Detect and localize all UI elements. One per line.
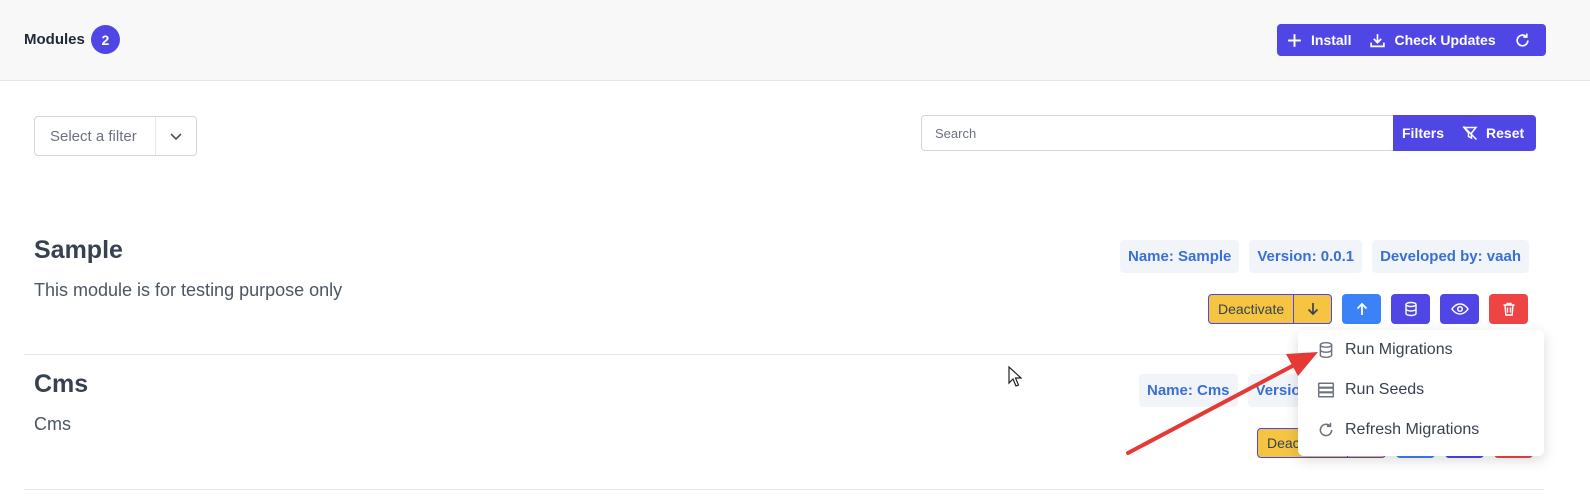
menu-item-label: Refresh Migrations <box>1345 421 1480 438</box>
filter-select-placeholder: Select a filter <box>35 117 156 155</box>
check-updates-label: Check Updates <box>1394 32 1496 48</box>
module-description: This module is for testing purpose only <box>34 280 343 300</box>
database-icon <box>1319 341 1333 359</box>
module-description: Cms <box>34 414 71 434</box>
filter-select[interactable]: Select a filter <box>34 116 197 156</box>
mouse-cursor-icon <box>1008 366 1022 387</box>
filter-button-group: Filters Reset <box>1393 115 1536 151</box>
deactivate-split-button: Deactivate <box>1208 294 1333 324</box>
update-button[interactable] <box>1342 294 1382 324</box>
name-chip: Name: Sample <box>1120 240 1240 273</box>
chevron-down-icon[interactable] <box>156 128 196 144</box>
top-bar: Modules 2 Install Check Updates <box>0 0 1590 81</box>
eye-icon <box>1450 303 1469 315</box>
delete-button[interactable] <box>1489 294 1529 324</box>
reset-label: Reset <box>1486 125 1525 141</box>
page-title-group: Modules 2 <box>24 25 120 54</box>
database-actions-button[interactable] <box>1391 294 1431 324</box>
page-title: Modules <box>24 31 85 48</box>
arrow-down-icon[interactable] <box>1294 295 1331 323</box>
menu-item-run-seeds[interactable]: Run Seeds <box>1298 370 1544 410</box>
filters-label: Filters <box>1402 125 1445 141</box>
search-input[interactable] <box>921 115 1393 151</box>
reset-button[interactable]: Reset <box>1453 115 1533 151</box>
modules-count-badge: 2 <box>90 25 120 54</box>
search-group: Filters Reset <box>921 115 1536 151</box>
plus-icon <box>1288 33 1301 47</box>
menu-item-refresh-migrations[interactable]: Refresh Migrations <box>1298 410 1544 450</box>
refresh-button[interactable] <box>1505 24 1540 56</box>
database-icon <box>1404 301 1417 317</box>
arrow-up-icon <box>1356 302 1367 315</box>
filter-slash-icon <box>1462 125 1478 141</box>
download-icon <box>1370 33 1386 47</box>
refresh-icon <box>1319 422 1333 437</box>
module-name: Cms <box>34 370 89 398</box>
filters-button[interactable]: Filters <box>1393 115 1453 151</box>
install-label: Install <box>1311 32 1352 48</box>
menu-item-run-migrations[interactable]: Run Migrations <box>1298 330 1544 370</box>
refresh-icon <box>1515 33 1529 47</box>
header-button-group: Install Check Updates <box>1277 24 1546 56</box>
trash-icon <box>1503 302 1515 316</box>
module-divider <box>24 489 1544 490</box>
module-meta-chips: Name: Sample Version: 0.0.1 Developed by… <box>1120 240 1529 273</box>
version-chip: Version: 0.0.1 <box>1249 240 1363 273</box>
menu-item-label: Run Seeds <box>1345 381 1425 398</box>
deactivate-button[interactable]: Deactivate <box>1209 295 1295 323</box>
module-name: Sample <box>34 236 123 264</box>
install-button[interactable]: Install <box>1277 24 1360 56</box>
menu-item-label: Run Migrations <box>1345 341 1453 358</box>
database-actions-menu: Run Migrations Run Seeds Refresh Migrati… <box>1298 330 1544 456</box>
view-button[interactable] <box>1440 294 1480 324</box>
name-chip: Name: Cms <box>1139 374 1238 407</box>
check-updates-button[interactable]: Check Updates <box>1360 24 1504 56</box>
module-meta-chips: Name: Cms Versio <box>1139 374 1309 407</box>
developer-chip: Developed by: vaah <box>1372 240 1529 273</box>
server-icon <box>1317 382 1335 398</box>
module-actions: Deactivate <box>1208 294 1529 324</box>
